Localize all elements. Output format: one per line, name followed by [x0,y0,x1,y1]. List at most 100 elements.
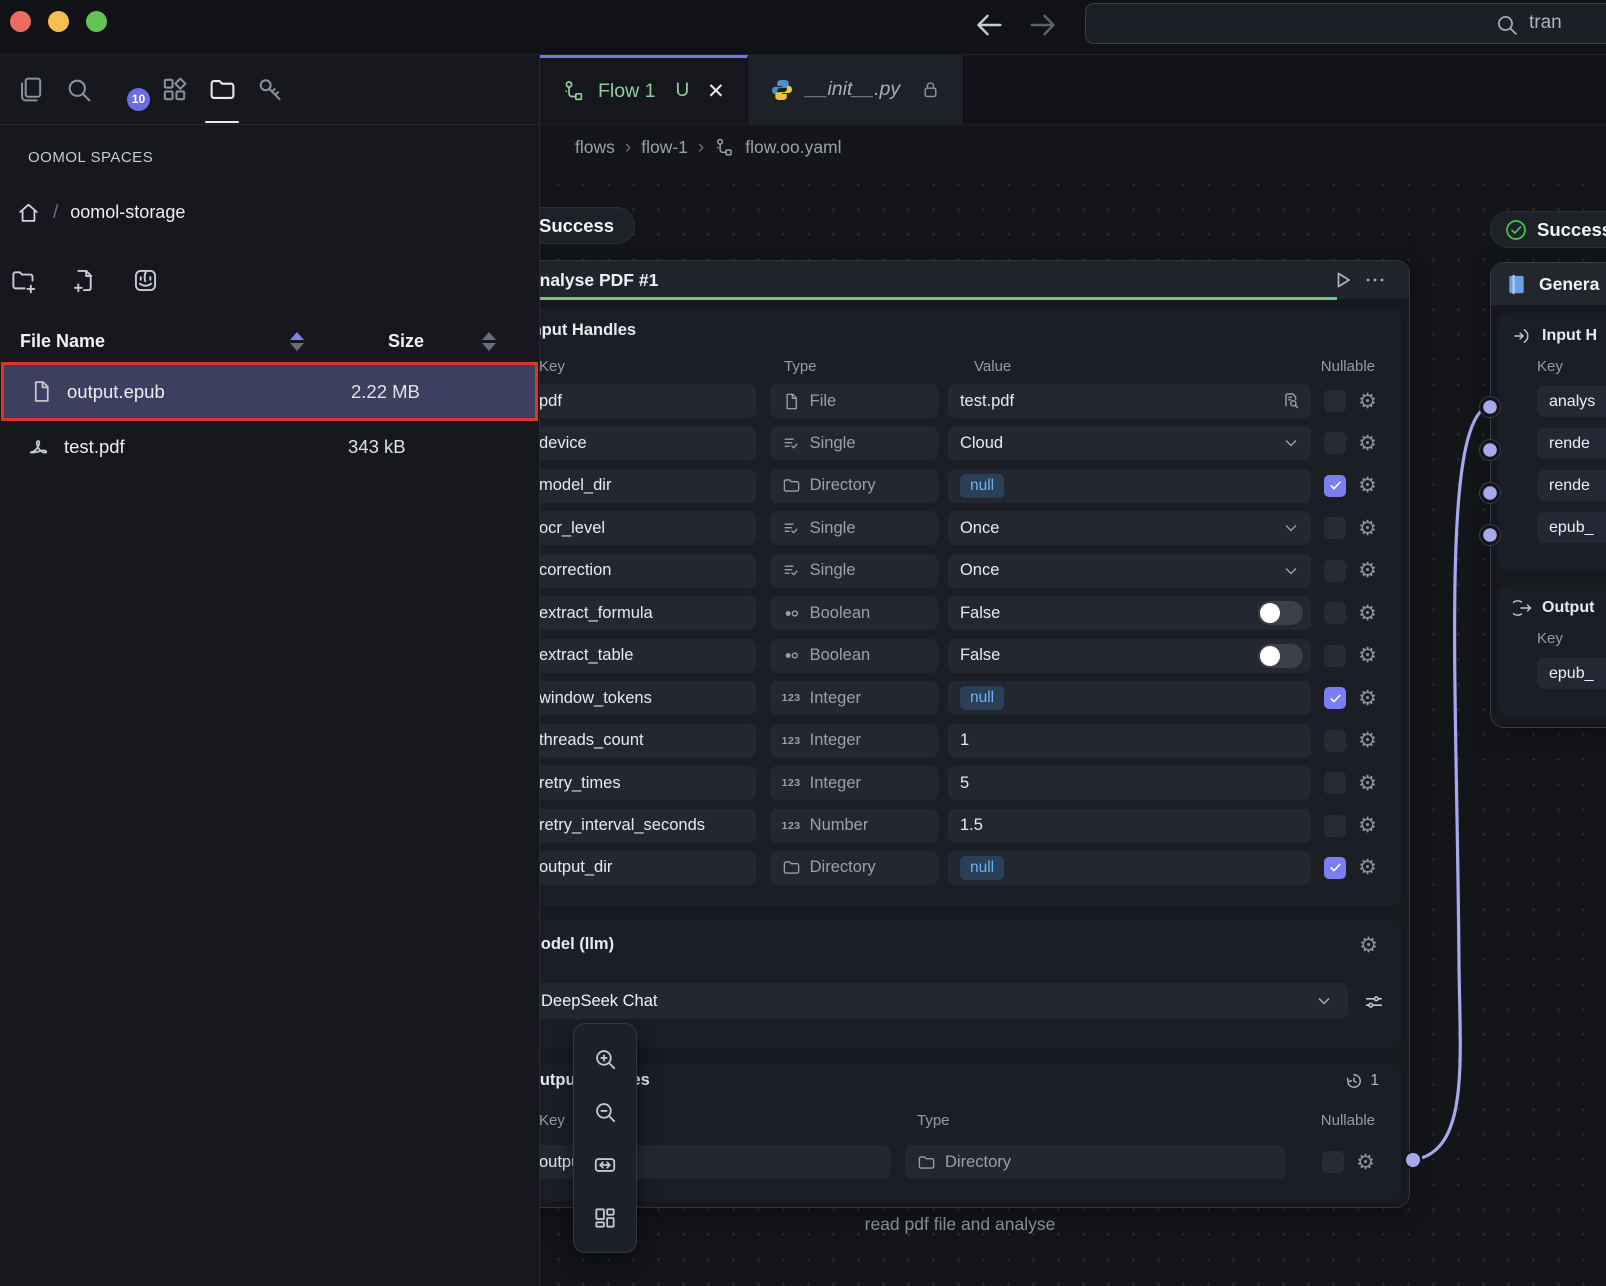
key-field[interactable]: extract_table [540,639,756,673]
key-field[interactable]: output_dir [540,851,756,885]
row-settings-gear-icon[interactable]: ⚙ [1357,730,1378,751]
nullable-checkbox[interactable] [1324,730,1346,752]
value-field[interactable]: 1.5 [948,809,1311,843]
activity-item-folder[interactable] [198,55,246,125]
type-field[interactable]: 123Number [770,809,938,843]
sort-file-name[interactable] [290,332,304,351]
row-settings-gear-icon[interactable]: ⚙ [1357,857,1378,878]
flow-canvas[interactable]: Success Analyse PDF #1 Input Handles Key… [540,170,1606,1286]
activity-item-search[interactable] [54,55,102,125]
value-field[interactable]: null [948,681,1311,715]
row-settings-gear-icon[interactable]: ⚙ [1357,645,1378,666]
type-field[interactable]: 123Integer [770,766,938,800]
type-field[interactable]: Boolean [770,639,938,673]
row-settings-gear-icon[interactable]: ⚙ [1357,815,1378,836]
key-field[interactable]: retry_times [540,766,756,800]
key-field[interactable]: correction [540,554,756,588]
close-window-button[interactable] [10,11,31,32]
key-field[interactable]: rende [1537,428,1606,459]
file-row[interactable]: test.pdf 343 kB [0,419,539,474]
key-field[interactable]: model_dir [540,469,756,503]
type-field[interactable]: File [770,384,938,418]
row-settings-gear-icon[interactable]: ⚙ [1357,518,1378,539]
run-history[interactable]: 1 [1344,1071,1379,1091]
row-settings-gear-icon[interactable]: ⚙ [1357,433,1378,454]
key-field[interactable]: pdf [540,384,756,418]
fit-view-icon[interactable] [592,1152,618,1178]
tab-init-py[interactable]: __init__.py [748,55,964,124]
type-field[interactable]: Single [770,554,938,588]
type-field[interactable]: Boolean [770,596,938,630]
row-settings-gear-icon[interactable]: ⚙ [1357,560,1378,581]
model-tune-icon[interactable] [1363,991,1385,1013]
key-field[interactable]: threads_count [540,724,756,758]
type-field[interactable]: 123Integer [770,681,938,715]
key-field[interactable]: analys [1537,386,1606,417]
row-settings-gear-icon[interactable]: ⚙ [1357,688,1378,709]
breadcrumb-flows[interactable]: flows [575,137,615,158]
nullable-checkbox[interactable] [1322,1151,1344,1173]
forward-icon[interactable] [1026,8,1060,42]
sort-size[interactable] [482,332,496,351]
nullable-checkbox[interactable] [1324,857,1346,879]
boolean-toggle[interactable] [1258,601,1303,625]
nullable-checkbox[interactable] [1324,645,1346,667]
row-settings-gear-icon[interactable]: ⚙ [1357,603,1378,624]
nullable-checkbox[interactable] [1324,560,1346,582]
breadcrumb-flow-1[interactable]: flow-1 [641,137,688,158]
node-generate-epub[interactable]: Genera Input H Key analysrenderendeepub_… [1490,262,1606,728]
value-field[interactable]: Cloud [948,426,1311,460]
nullable-checkbox[interactable] [1324,772,1346,794]
nullable-checkbox[interactable] [1324,475,1346,497]
row-settings-gear-icon[interactable]: ⚙ [1357,773,1378,794]
key-field[interactable]: epub_ [1537,512,1606,543]
nullable-checkbox[interactable] [1324,432,1346,454]
command-center-search[interactable]: tran [1085,3,1606,44]
key-field[interactable]: ocr_level [540,511,756,545]
key-field[interactable]: window_tokens [540,681,756,715]
column-size[interactable]: Size [388,331,482,352]
path-current[interactable]: oomol-storage [70,202,185,223]
run-node-icon[interactable] [1330,268,1354,292]
nullable-checkbox[interactable] [1324,815,1346,837]
back-icon[interactable] [972,8,1006,42]
close-tab-icon[interactable]: ✕ [707,79,725,104]
activity-item-key[interactable] [246,55,294,125]
type-field[interactable]: Single [770,511,938,545]
new-folder-icon[interactable] [10,267,37,294]
row-settings-gear-icon[interactable]: ⚙ [1355,1152,1376,1173]
activity-item-flow-graph[interactable]: 10 [102,55,150,125]
maximize-window-button[interactable] [86,11,107,32]
value-field[interactable]: test.pdf [948,384,1311,418]
key-field[interactable]: retry_interval_seconds [540,809,756,843]
minimize-window-button[interactable] [48,11,69,32]
model-settings-gear-icon[interactable]: ⚙ [1358,935,1379,956]
file-row[interactable]: output.epub 2.22 MB [3,364,536,419]
value-field[interactable]: Once [948,554,1311,588]
zoom-in-icon[interactable] [592,1046,618,1072]
value-field[interactable]: False [948,596,1311,630]
key-field[interactable]: extract_formula [540,596,756,630]
type-field[interactable]: Single [770,426,938,460]
key-field[interactable]: device [540,426,756,460]
activity-item-extensions[interactable] [150,55,198,125]
column-file-name[interactable]: File Name [20,331,290,352]
value-field[interactable]: 1 [948,724,1311,758]
file-search-icon[interactable] [1281,391,1301,411]
row-settings-gear-icon[interactable]: ⚙ [1357,391,1378,412]
tab-flow-1[interactable]: Flow 1 U ✕ [540,55,748,124]
type-field[interactable]: Directory [770,469,938,503]
value-field[interactable]: null [948,851,1311,885]
nullable-checkbox[interactable] [1324,517,1346,539]
key-field[interactable]: epub_ [1537,658,1606,689]
activity-item-files[interactable] [6,55,54,125]
type-field[interactable]: 123Integer [770,724,938,758]
home-icon[interactable] [16,200,41,225]
key-field[interactable]: rende [1537,470,1606,501]
finder-icon[interactable] [132,267,159,294]
type-field[interactable]: Directory [770,851,938,885]
node-menu-icon[interactable] [1363,268,1387,292]
model-select[interactable]: DeepSeek Chat [540,983,1348,1019]
row-settings-gear-icon[interactable]: ⚙ [1357,475,1378,496]
nullable-checkbox[interactable] [1324,390,1346,412]
